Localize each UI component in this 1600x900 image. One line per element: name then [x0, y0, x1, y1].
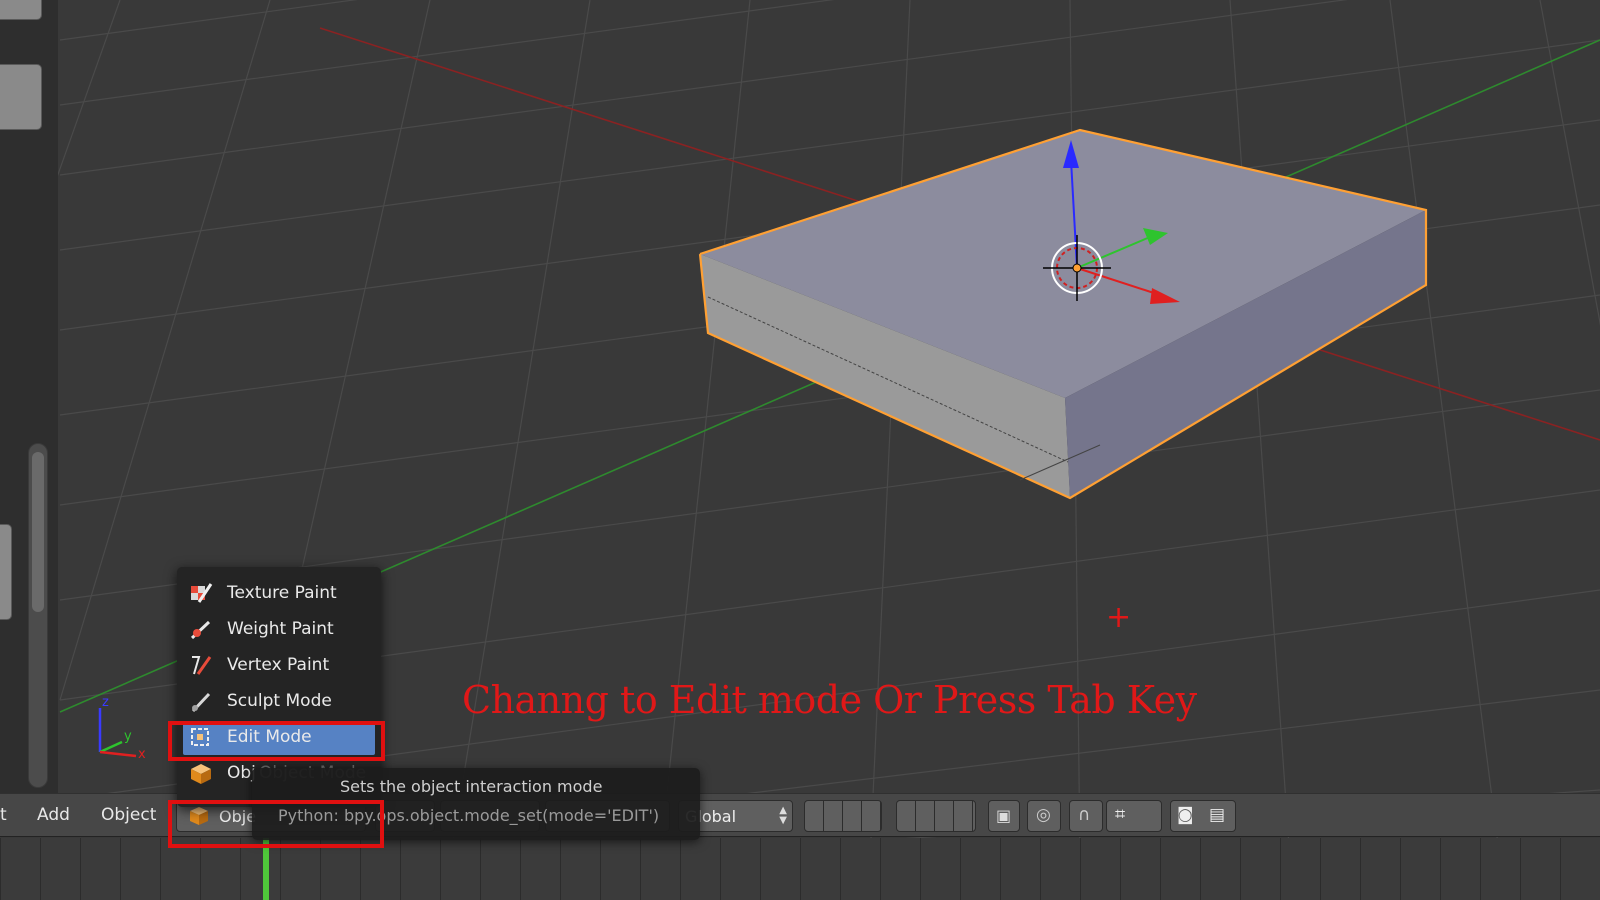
proportional-edit-button[interactable]: ◎ [1027, 800, 1061, 832]
edit-mode-highlight [168, 721, 385, 761]
shelf-scrollbar[interactable] [28, 443, 48, 788]
scrollbar-thumb[interactable] [32, 452, 44, 612]
menu-item-label: Vertex Paint [227, 655, 330, 675]
shelf-tab[interactable] [0, 524, 12, 620]
shelf-tab[interactable] [0, 64, 42, 130]
gizmo-z-label: z [102, 695, 109, 710]
axis-gizmo: z y x [98, 695, 146, 762]
layer-buttons-right[interactable] [896, 800, 976, 832]
tool-shelf [0, 0, 58, 793]
tutorial-annotation: Channg to Edit mode Or Press Tab Key [462, 678, 1197, 722]
tooltip-description: Sets the object interaction mode [340, 777, 603, 796]
gizmo-y-label: y [124, 729, 132, 744]
shelf-tab[interactable] [0, 0, 42, 20]
gizmo-x-label: x [138, 747, 146, 762]
snap-grid-icon: ⌗ [1115, 804, 1126, 825]
clapper-icon: ▤ [1209, 805, 1226, 825]
snap-toggle-button[interactable]: ∩ [1069, 800, 1103, 832]
texture-paint-icon [191, 583, 213, 603]
menu-item-label: Weight Paint [227, 619, 334, 639]
render-buttons[interactable]: ◙ ▤ [1170, 800, 1236, 832]
object-menu[interactable]: Object [101, 805, 156, 825]
magnet-icon: ∩ [1078, 805, 1091, 825]
updown-arrow-icon: ▲ ▼ [779, 805, 787, 826]
mode-select-highlight [168, 800, 384, 848]
3d-cursor-mark: + [1106, 600, 1132, 635]
menu-item-sculpt-mode[interactable]: Sculpt Mode [183, 685, 375, 719]
vertex-paint-icon [192, 656, 212, 675]
menu-item-label: Texture Paint [227, 583, 337, 603]
menu-item-label: Sculpt Mode [227, 691, 332, 711]
lock-layers-button[interactable]: ▣ [988, 800, 1020, 832]
object-cube-icon [191, 764, 211, 784]
layers-icon: ▣ [996, 806, 1012, 825]
menu-item-vertex-paint[interactable]: Vertex Paint [183, 649, 375, 683]
proportional-icon: ◎ [1036, 805, 1051, 825]
menu-cut-off[interactable]: t [0, 805, 7, 825]
layer-buttons-left[interactable] [804, 800, 882, 832]
sculpt-icon [191, 692, 211, 713]
add-menu[interactable]: Add [37, 805, 70, 825]
weight-paint-icon [190, 620, 211, 640]
menu-item-weight-paint[interactable]: Weight Paint [183, 613, 375, 647]
menu-item-texture-paint[interactable]: Texture Paint [183, 577, 375, 611]
snap-element-select[interactable]: ⌗ [1106, 800, 1162, 832]
camera-icon: ◙ [1177, 805, 1194, 825]
